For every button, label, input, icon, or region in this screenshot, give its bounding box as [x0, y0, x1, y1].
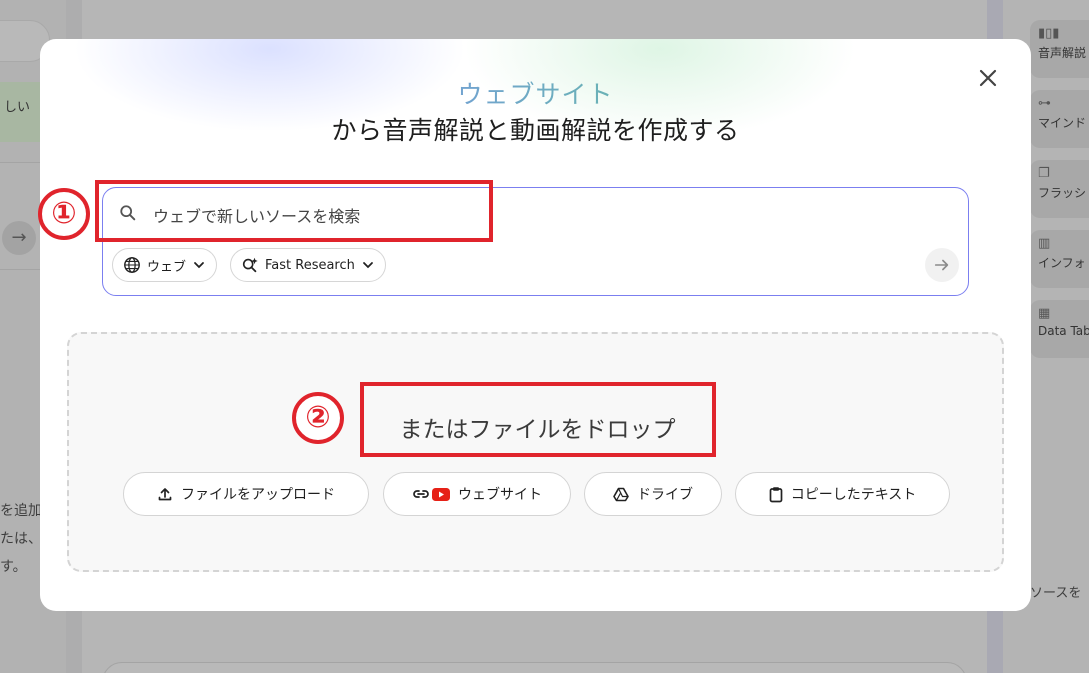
- bar-chart-icon: ▥: [1038, 236, 1051, 251]
- panel-text-2: たは、: [0, 531, 42, 547]
- drive-label: ドライブ: [637, 487, 693, 503]
- studio-item-label: インフォ: [1038, 256, 1086, 270]
- cards-icon: ❐: [1038, 166, 1050, 181]
- copied-text-label: コピーしたテキスト: [790, 487, 917, 503]
- arrow-right-icon: →: [2, 221, 36, 255]
- link-icon: [413, 490, 429, 498]
- studio-footer-text: ソースを: [1030, 586, 1082, 601]
- studio-item-label: フラッシ: [1038, 186, 1087, 200]
- research-mode-label: Fast Research: [265, 257, 355, 273]
- studio-item-label: Data Tab: [1038, 324, 1089, 338]
- chat-input: [102, 662, 967, 673]
- search-sparkle-icon: [242, 257, 258, 273]
- submit-search-button[interactable]: [925, 248, 959, 282]
- drive-button[interactable]: ドライブ: [584, 472, 722, 516]
- upload-icon: [158, 488, 172, 501]
- studio-item-audio: ▮▯▮ 音声解説: [1030, 20, 1089, 78]
- dialog-title: から音声解説と動画解説を作成する: [331, 116, 740, 145]
- panel-text-3: す。: [0, 559, 27, 575]
- studio-item-infographic: ▥ インフォ: [1030, 230, 1089, 288]
- clipboard-icon: [769, 486, 783, 502]
- studio-item-label: 音声解説: [1038, 46, 1087, 60]
- source-type-label: ウェブ: [147, 259, 187, 275]
- studio-item-datatable: ▦ Data Tab: [1030, 300, 1089, 358]
- studio-item-label: マインド: [1038, 116, 1087, 130]
- studio-item-flashcards: ❐ フラッシ: [1030, 160, 1089, 218]
- dialog-title-accent: ウェブサイト: [40, 75, 1031, 111]
- table-icon: ▦: [1038, 306, 1051, 321]
- annotation-box-drop: [360, 382, 716, 457]
- waveform-icon: ▮▯▮: [1038, 26, 1060, 41]
- annotation-box-search: [95, 180, 493, 242]
- add-source-dialog: ウェブサイト から音声解説と動画解説を作成する ウェブで新しいソースを検索 ウェ…: [40, 39, 1031, 611]
- source-type-dropdown[interactable]: ウェブ: [112, 248, 218, 282]
- arrow-right-icon: [934, 259, 949, 271]
- website-label: ウェブサイト: [458, 487, 542, 503]
- annotation-number-1: ①: [38, 188, 90, 240]
- chevron-down-icon: [194, 262, 204, 269]
- mindmap-icon: ⊶: [1038, 96, 1051, 111]
- selected-source-text: しい: [4, 100, 31, 115]
- youtube-icon: [432, 487, 450, 501]
- upload-file-label: ファイルをアップロード: [181, 487, 335, 503]
- drive-icon: [613, 487, 629, 501]
- website-button[interactable]: ウェブサイト: [383, 472, 571, 516]
- research-mode-dropdown[interactable]: Fast Research: [230, 248, 386, 282]
- studio-item-mindmap: ⊶ マインド: [1030, 90, 1089, 148]
- copied-text-button[interactable]: コピーしたテキスト: [735, 472, 950, 516]
- upload-file-button[interactable]: ファイルをアップロード: [123, 472, 369, 516]
- panel-text-1: を追加: [0, 503, 42, 519]
- chevron-down-icon: [362, 262, 373, 269]
- globe-icon: [124, 257, 140, 273]
- annotation-number-2: ②: [292, 392, 344, 444]
